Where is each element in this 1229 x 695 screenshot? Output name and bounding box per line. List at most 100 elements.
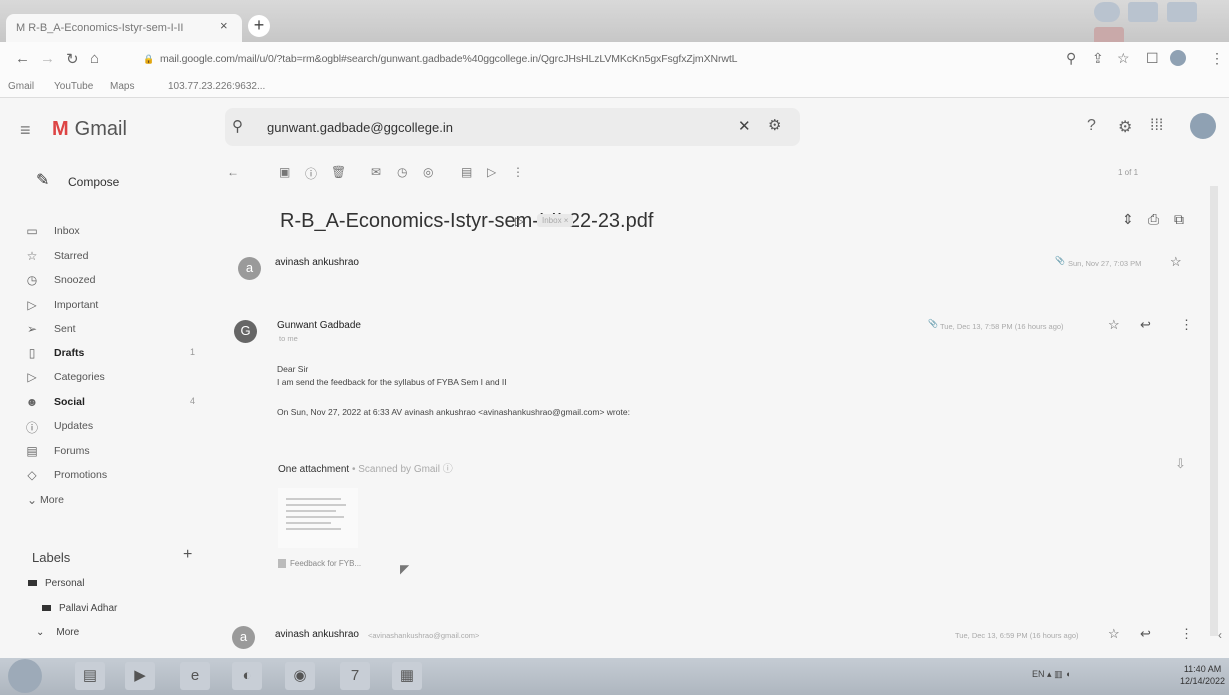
sender-avatar[interactable]: a xyxy=(232,626,255,649)
star-message-icon[interactable]: ☆ xyxy=(1108,317,1120,333)
labels-more[interactable]: ⌄ More xyxy=(36,627,79,638)
sender-name[interactable]: avinash ankushrao xyxy=(275,629,359,640)
sidepanel-icon[interactable]: ☐ xyxy=(1146,50,1159,67)
star-message-icon[interactable]: ☆ xyxy=(1170,254,1182,270)
side-panel-toggle-icon[interactable]: ‹ xyxy=(1218,628,1222,642)
back-icon[interactable]: ← xyxy=(15,50,30,67)
report-spam-icon[interactable]: ⓘ xyxy=(305,165,317,182)
internet-explorer-icon[interactable]: e xyxy=(180,662,210,690)
chrome-icon[interactable]: ◉ xyxy=(285,662,315,690)
back-to-list-icon[interactable]: ← xyxy=(227,165,239,179)
browser-tab[interactable]: M R-B_A-Economics-Istyr-sem-I-II xyxy=(6,14,242,42)
important-marker-icon[interactable]: ▷ xyxy=(515,214,524,228)
reply-icon[interactable]: ↩ xyxy=(1140,317,1151,333)
window-controls[interactable] xyxy=(1090,2,1225,47)
sender-avatar[interactable]: G xyxy=(234,320,257,343)
clear-search-icon[interactable]: ✕ xyxy=(738,117,751,135)
mark-unread-icon[interactable]: ✉ xyxy=(371,165,381,179)
calculator-icon[interactable]: ▦ xyxy=(392,662,422,690)
label-personal[interactable]: Personal xyxy=(28,578,84,589)
account-avatar[interactable] xyxy=(1190,113,1216,139)
new-tab-button[interactable]: + xyxy=(248,15,270,37)
bookmark-star-icon[interactable]: ☆ xyxy=(1117,50,1130,67)
sidebar-item-updates[interactable]: ⓘ Updates xyxy=(0,417,205,439)
bookmark-ip[interactable]: 103.77.23.226:9632... xyxy=(168,81,265,92)
search-icon[interactable]: ⚲ xyxy=(232,117,243,135)
start-button[interactable] xyxy=(8,659,42,693)
close-tab-icon[interactable]: × xyxy=(220,18,228,33)
bookmark-gmail[interactable]: Gmail xyxy=(8,81,34,92)
compose-button[interactable]: Compose xyxy=(22,165,142,199)
bookmark-maps[interactable]: Maps xyxy=(110,81,134,92)
settings-gear-icon[interactable]: ⚙ xyxy=(1118,117,1132,137)
star-message-icon[interactable]: ☆ xyxy=(1108,626,1120,642)
sender-name[interactable]: Gunwant Gadbade xyxy=(277,320,361,331)
expand-all-icon[interactable]: ⇕ xyxy=(1122,211,1134,228)
recipient-line[interactable]: to me xyxy=(279,334,298,343)
browser-menu-icon[interactable]: ⋮ xyxy=(1210,50,1224,67)
sidebar-item-categories[interactable]: ▷ Categories xyxy=(0,368,205,390)
profile-avatar[interactable] xyxy=(1170,50,1186,66)
sidebar-item-important[interactable]: ▷ Important xyxy=(0,296,205,318)
url-field[interactable]: mail.google.com/mail/u/0/?tab=rm&ogbl#se… xyxy=(160,53,737,65)
attachment-thumbnail[interactable] xyxy=(278,488,358,548)
label-as-icon[interactable]: ▷ xyxy=(487,165,496,179)
minimize-icon[interactable] xyxy=(1128,2,1159,22)
message-more-icon[interactable]: ⋮ xyxy=(1180,317,1193,333)
reload-icon[interactable]: ↻ xyxy=(66,50,79,68)
zoom-icon[interactable]: ⚲ xyxy=(1066,50,1076,67)
quoted-header[interactable]: On Sun, Nov 27, 2022 at 6:33 AV avinash … xyxy=(277,407,630,417)
archive-icon[interactable]: ▣ xyxy=(279,165,290,179)
sender-avatar[interactable]: a xyxy=(238,257,261,280)
clock[interactable]: 11:40 AM 12/14/2022 xyxy=(1180,663,1225,687)
save-to-drive-icon[interactable]: ⇩ xyxy=(1175,456,1186,472)
main-menu-icon[interactable]: ≡ xyxy=(20,120,31,141)
message-more-icon[interactable]: ⋮ xyxy=(1180,626,1193,642)
sender-name[interactable]: avinash ankushrao xyxy=(275,257,359,268)
nav-label: Updates xyxy=(54,420,94,432)
add-task-icon[interactable]: ◎ xyxy=(423,165,433,179)
help-icon[interactable]: ? xyxy=(1087,117,1096,135)
sidebar-item-social[interactable]: ☻ Social 4 xyxy=(0,393,205,415)
maximize-icon[interactable] xyxy=(1166,2,1197,22)
add-label-icon[interactable]: + xyxy=(183,546,192,564)
label-pallavi-adhar[interactable]: Pallavi Adhar xyxy=(42,603,117,614)
inbox-label-chip[interactable]: Inbox × xyxy=(537,214,574,227)
tray-arrow-icon[interactable]: ▴ xyxy=(1047,669,1052,679)
sidebar-item-promotions[interactable]: ◇ Promotions xyxy=(0,466,205,488)
scrollbar[interactable] xyxy=(1210,186,1218,636)
media-player-icon[interactable]: ▶ xyxy=(125,662,155,690)
app-7-icon[interactable]: 7 xyxy=(340,662,370,690)
search-input[interactable]: gunwant.gadbade@ggcollege.in xyxy=(267,120,453,135)
sidebar-item-starred[interactable]: ☆ Starred xyxy=(0,247,205,269)
file-explorer-icon[interactable]: ▤ xyxy=(75,662,105,690)
share-icon[interactable]: ⇪ xyxy=(1092,50,1104,67)
sidebar-item-snoozed[interactable]: ◷ Snoozed xyxy=(0,271,205,293)
search-options-icon[interactable]: ⚙ xyxy=(768,116,781,134)
profile-chevron-icon[interactable] xyxy=(1094,2,1120,22)
lock-icon[interactable]: 🔒 xyxy=(143,54,154,65)
attachment-file[interactable]: Feedback for FYB... xyxy=(278,559,361,569)
snooze-icon[interactable]: ◷ xyxy=(397,165,407,179)
bookmark-youtube[interactable]: YouTube xyxy=(54,81,93,92)
sidebar-item-forums[interactable]: ▤ Forums xyxy=(0,442,205,464)
print-icon[interactable]: ⎙ xyxy=(1148,211,1159,228)
home-icon[interactable]: ⌂ xyxy=(90,50,99,67)
open-new-window-icon[interactable]: ⧉ xyxy=(1174,211,1184,228)
system-tray[interactable]: EN ▴ ▥ ◖ xyxy=(1032,669,1071,680)
firefox-icon[interactable]: ◐ xyxy=(232,662,262,690)
sidebar-item-inbox[interactable]: ▭ Inbox xyxy=(0,222,205,244)
sidebar-item-drafts[interactable]: ▯ Drafts 1 xyxy=(0,344,205,366)
delete-icon[interactable]: 🗑 xyxy=(331,165,346,179)
reply-icon[interactable]: ↩ xyxy=(1140,626,1151,642)
language-indicator[interactable]: EN xyxy=(1032,669,1045,679)
gmail-logo[interactable]: M Gmail xyxy=(52,118,127,141)
more-actions-icon[interactable]: ⋮ xyxy=(512,165,524,179)
sidebar-item-more[interactable]: ⌄ More xyxy=(0,491,205,513)
move-to-icon[interactable]: ▤ xyxy=(461,165,472,179)
network-icon[interactable]: ▥ xyxy=(1054,669,1063,679)
apps-grid-icon[interactable]: ⁞⁞⁞ xyxy=(1150,117,1163,135)
sidebar-item-sent[interactable]: ➢ Sent xyxy=(0,320,205,342)
forward-icon[interactable]: → xyxy=(40,50,55,67)
volume-icon[interactable]: ◖ xyxy=(1065,669,1070,679)
